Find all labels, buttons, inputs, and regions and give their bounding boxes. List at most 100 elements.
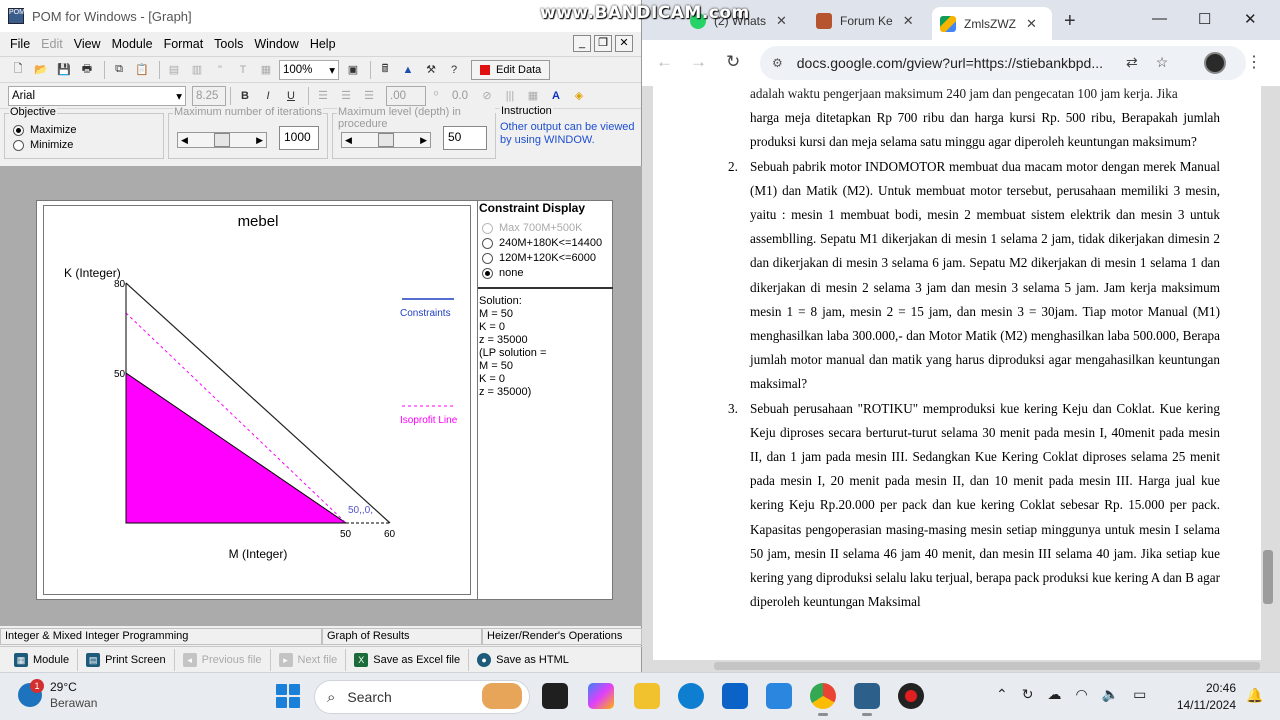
slider-thumb[interactable] (214, 133, 230, 147)
vertical-scrollbar[interactable] (1263, 550, 1273, 604)
copy-icon[interactable]: ⧉ (109, 60, 129, 80)
depth-slider[interactable]: ◀ ▶ (341, 132, 431, 148)
iterations-input[interactable]: 1000 (279, 126, 319, 150)
minimize-window-button[interactable]: — (1152, 10, 1167, 27)
store-icon[interactable] (722, 683, 748, 709)
close-icon[interactable]: ✕ (1026, 16, 1037, 32)
insert-row-icon[interactable]: ▤ (164, 60, 184, 80)
chrome-icon[interactable] (810, 683, 836, 716)
zoom-select[interactable]: 100% ▾ (279, 59, 339, 80)
menu-module[interactable]: Module (112, 37, 153, 51)
constraint-option-1[interactable]: 240M+180K<=14400 (482, 237, 613, 249)
grid-icon[interactable]: ▦ (256, 60, 276, 80)
cloud-icon[interactable]: ☁ (1047, 686, 1061, 703)
calculator-icon[interactable]: 🖩 (375, 60, 395, 80)
font-select[interactable]: Arial ▾ (8, 85, 186, 106)
menu-tools[interactable]: Tools (214, 37, 243, 51)
menu-view[interactable]: View (74, 37, 101, 51)
speaker-icon[interactable]: 🔈 (1102, 686, 1119, 703)
notification-bell-icon[interactable]: 🔔 (1246, 687, 1263, 704)
tools-icon[interactable]: ⚒ (421, 60, 441, 80)
fraction-select[interactable]: 0.0 (449, 85, 477, 106)
photos-icon[interactable] (766, 683, 792, 709)
close-window-button[interactable]: ✕ (1244, 10, 1257, 28)
title-icon[interactable]: T (233, 60, 253, 80)
save-icon[interactable]: 💾 (54, 60, 74, 80)
align-right-icon[interactable]: ☰ (359, 86, 379, 106)
mdi-restore-button[interactable]: ❐ (594, 35, 612, 52)
menu-format[interactable]: Format (164, 37, 204, 51)
site-info-icon[interactable]: ⚙ (772, 56, 783, 70)
edit-data-button[interactable]: Edit Data (471, 59, 551, 80)
quote-icon[interactable]: " (210, 60, 230, 80)
font-color-icon[interactable]: A (546, 86, 566, 106)
fix-decimal-icon[interactable]: ⁰ (426, 86, 446, 106)
align-center-icon[interactable]: ☰ (336, 86, 356, 106)
more-menu-icon[interactable]: ⋮ (1246, 52, 1262, 72)
table-icon[interactable]: ▦ (523, 86, 543, 106)
previous-file-button[interactable]: ◂ Previous file (175, 648, 271, 671)
zoom-fit-icon[interactable]: ▣ (343, 60, 363, 80)
wifi-icon[interactable]: ◠ (1075, 686, 1087, 703)
translate-icon[interactable]: ⇄ (1126, 54, 1138, 71)
start-button[interactable] (276, 684, 300, 708)
clock[interactable]: 20:46 14/11/2024 (1170, 680, 1236, 714)
battery-icon[interactable]: ▭ (1133, 686, 1146, 703)
profile-avatar[interactable] (1204, 52, 1226, 74)
iterations-slider[interactable]: ◀ ▶ (177, 132, 267, 148)
close-icon[interactable]: ✕ (903, 13, 914, 29)
bandicam-icon[interactable] (898, 683, 924, 709)
align-left-icon[interactable]: ☰ (313, 86, 333, 106)
constraint-option-none[interactable]: none (482, 267, 613, 279)
sync-icon[interactable]: ↻ (1022, 686, 1034, 703)
pom-qm-icon[interactable] (854, 683, 880, 716)
insert-column-icon[interactable]: ▥ (187, 60, 207, 80)
address-bar[interactable]: ⚙ docs.google.com/gview?url=https://stie… (760, 46, 1246, 80)
minimize-radio[interactable]: Minimize (13, 139, 73, 151)
weather-widget[interactable]: 1 29°C Berawan (18, 679, 97, 711)
menu-help[interactable]: Help (310, 37, 336, 51)
underline-icon[interactable]: U (281, 86, 301, 106)
columns-icon[interactable]: ||| (500, 86, 520, 106)
print-icon[interactable]: 🖶 (77, 60, 97, 80)
triangle-icon[interactable]: ▲ (398, 60, 418, 80)
constraint-option-2[interactable]: 120M+120K<=6000 (482, 252, 613, 264)
next-file-button[interactable]: ▸ Next file (271, 648, 347, 671)
print-screen-button[interactable]: ▤ Print Screen (78, 648, 175, 671)
save-html-button[interactable]: ● Save as HTML (469, 649, 577, 671)
font-size-select[interactable]: 8.25 (192, 85, 226, 106)
maximize-window-button[interactable]: ☐ (1198, 10, 1211, 28)
task-view-icon[interactable] (542, 683, 568, 709)
new-tab-button[interactable]: + (1064, 10, 1076, 33)
file-explorer-icon[interactable] (634, 683, 660, 709)
open-folder-icon[interactable]: 📂 (31, 60, 51, 80)
tab-forum[interactable]: Forum Ke ✕ (808, 7, 928, 35)
edge-icon[interactable] (678, 683, 704, 709)
reload-icon[interactable]: ↻ (726, 52, 740, 72)
fill-color-icon[interactable]: ◈ (569, 86, 589, 106)
close-icon[interactable]: ✕ (776, 13, 787, 29)
constraint-option-objective[interactable]: Max 700M+500K (482, 222, 613, 234)
food-widget-icon[interactable] (482, 683, 522, 709)
forward-icon[interactable]: → (690, 52, 707, 72)
horizontal-scrollbar[interactable] (714, 662, 1260, 670)
percent-icon[interactable]: ⊘ (477, 86, 497, 106)
chevron-up-icon[interactable]: ⌃ (996, 686, 1008, 703)
menu-edit[interactable]: Edit (41, 37, 63, 51)
depth-input[interactable]: 50 (443, 126, 487, 150)
tab-google-docs[interactable]: ZmlsZWZ ✕ (932, 7, 1052, 40)
decimals-select[interactable]: .00 (386, 85, 426, 106)
italic-icon[interactable]: I (258, 86, 278, 106)
help-icon[interactable]: ? (444, 60, 464, 80)
bookmark-star-icon[interactable]: ☆ (1156, 54, 1169, 71)
module-button[interactable]: ▦ Module (6, 648, 79, 671)
save-excel-button[interactable]: X Save as Excel file (346, 648, 470, 671)
menu-file[interactable]: File (10, 37, 30, 51)
mdi-close-button[interactable]: ✕ (615, 35, 633, 52)
copilot-icon[interactable] (588, 683, 614, 709)
new-file-icon[interactable]: 🗋 (8, 60, 28, 80)
slider-thumb[interactable] (378, 133, 394, 147)
mdi-minimize-button[interactable]: _ (573, 35, 591, 52)
menu-window[interactable]: Window (254, 37, 298, 51)
maximize-radio[interactable]: Maximize (13, 124, 76, 136)
